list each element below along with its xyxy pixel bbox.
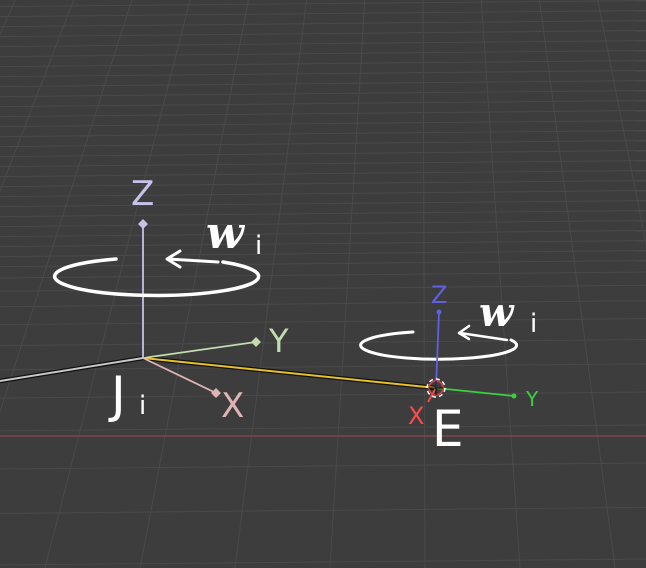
grid-line-horizontal: [0, 210, 646, 218]
joint-x-label: X: [221, 386, 244, 426]
grid-line-horizontal: [0, 220, 646, 228]
grid-line-horizontal: [0, 100, 646, 108]
grid-line-horizontal: [0, 200, 646, 208]
grid-line-horizontal: [0, 300, 646, 308]
grid-line-horizontal: [0, 558, 646, 566]
grid-line-horizontal: [0, 506, 646, 514]
effector-y-axis: [435, 387, 515, 397]
grid-line-depth: [0, 0, 16, 36]
3d-viewport[interactable]: Z Y X w i J i Z Y X w i E: [0, 0, 646, 568]
effector-z-label: Z: [431, 281, 447, 309]
grid-line-horizontal: [0, 140, 646, 148]
grid-line-horizontal: [0, 190, 646, 198]
grid-line-horizontal: [0, 462, 646, 470]
origin-target-icon[interactable]: [426, 378, 446, 398]
grid-line-horizontal: [0, 90, 646, 98]
grid-line-horizontal: [0, 160, 646, 168]
grid-line-depth: [480, 0, 521, 568]
grid-line-horizontal: [0, 0, 646, 8]
grid-line-horizontal: [0, 318, 646, 326]
grid-line-horizontal: [0, 250, 646, 258]
grid-line-horizontal: [0, 120, 646, 128]
grid-line-horizontal: [0, 30, 646, 38]
grid-line-horizontal: [0, 10, 646, 18]
joint-omega-subscript: i: [255, 231, 262, 261]
joint-y-tip[interactable]: [251, 337, 261, 347]
joint-z-label: Z: [131, 174, 154, 214]
joint-omega-symbol: w: [206, 208, 246, 259]
joint-y-label: Y: [268, 322, 289, 360]
effector-name: E: [432, 400, 464, 458]
grid-line-horizontal: [0, 271, 646, 279]
joint-name: J: [108, 366, 126, 424]
grid-line-horizontal: [0, 40, 646, 48]
grid-line-horizontal: [0, 110, 646, 118]
grid-line-horizontal: [0, 150, 646, 158]
scene-canvas: Z Y X w i J i Z Y X w i E: [0, 0, 646, 568]
grid-line-horizontal: [0, 130, 646, 138]
effector-omega-subscript: i: [530, 309, 537, 339]
grid-line-horizontal: [0, 230, 646, 238]
grid-line-horizontal: [0, 80, 646, 88]
effector-x-label: X: [408, 402, 424, 430]
grid-line-depth: [422, 0, 426, 568]
effector-omega-symbol: w: [479, 289, 515, 336]
effector-y-tip[interactable]: [511, 393, 517, 399]
grid-line-horizontal: [0, 180, 646, 188]
grid-line-horizontal: [0, 50, 646, 58]
grid-line-horizontal: [0, 391, 646, 399]
grid-line-horizontal: [0, 170, 646, 178]
effector-z-tip[interactable]: [436, 309, 442, 315]
grid-line-horizontal: [0, 20, 646, 28]
grid-line-horizontal: [0, 424, 646, 432]
effector-y-label: Y: [525, 387, 539, 411]
grid-line-horizontal: [0, 240, 646, 248]
joint-name-subscript: i: [139, 391, 146, 421]
grid-line-depth: [329, 0, 366, 568]
bone-link: [142, 355, 437, 391]
joint-z-tip[interactable]: [138, 219, 148, 229]
grid-line-depth: [597, 0, 646, 247]
grid-line-depth: [0, 0, 75, 193]
grid-line-depth: [539, 0, 616, 568]
grid-line-horizontal: [0, 339, 646, 347]
effector-z-axis: [435, 311, 440, 389]
grid-line-horizontal: [0, 60, 646, 68]
floor-grid: [0, 0, 646, 568]
